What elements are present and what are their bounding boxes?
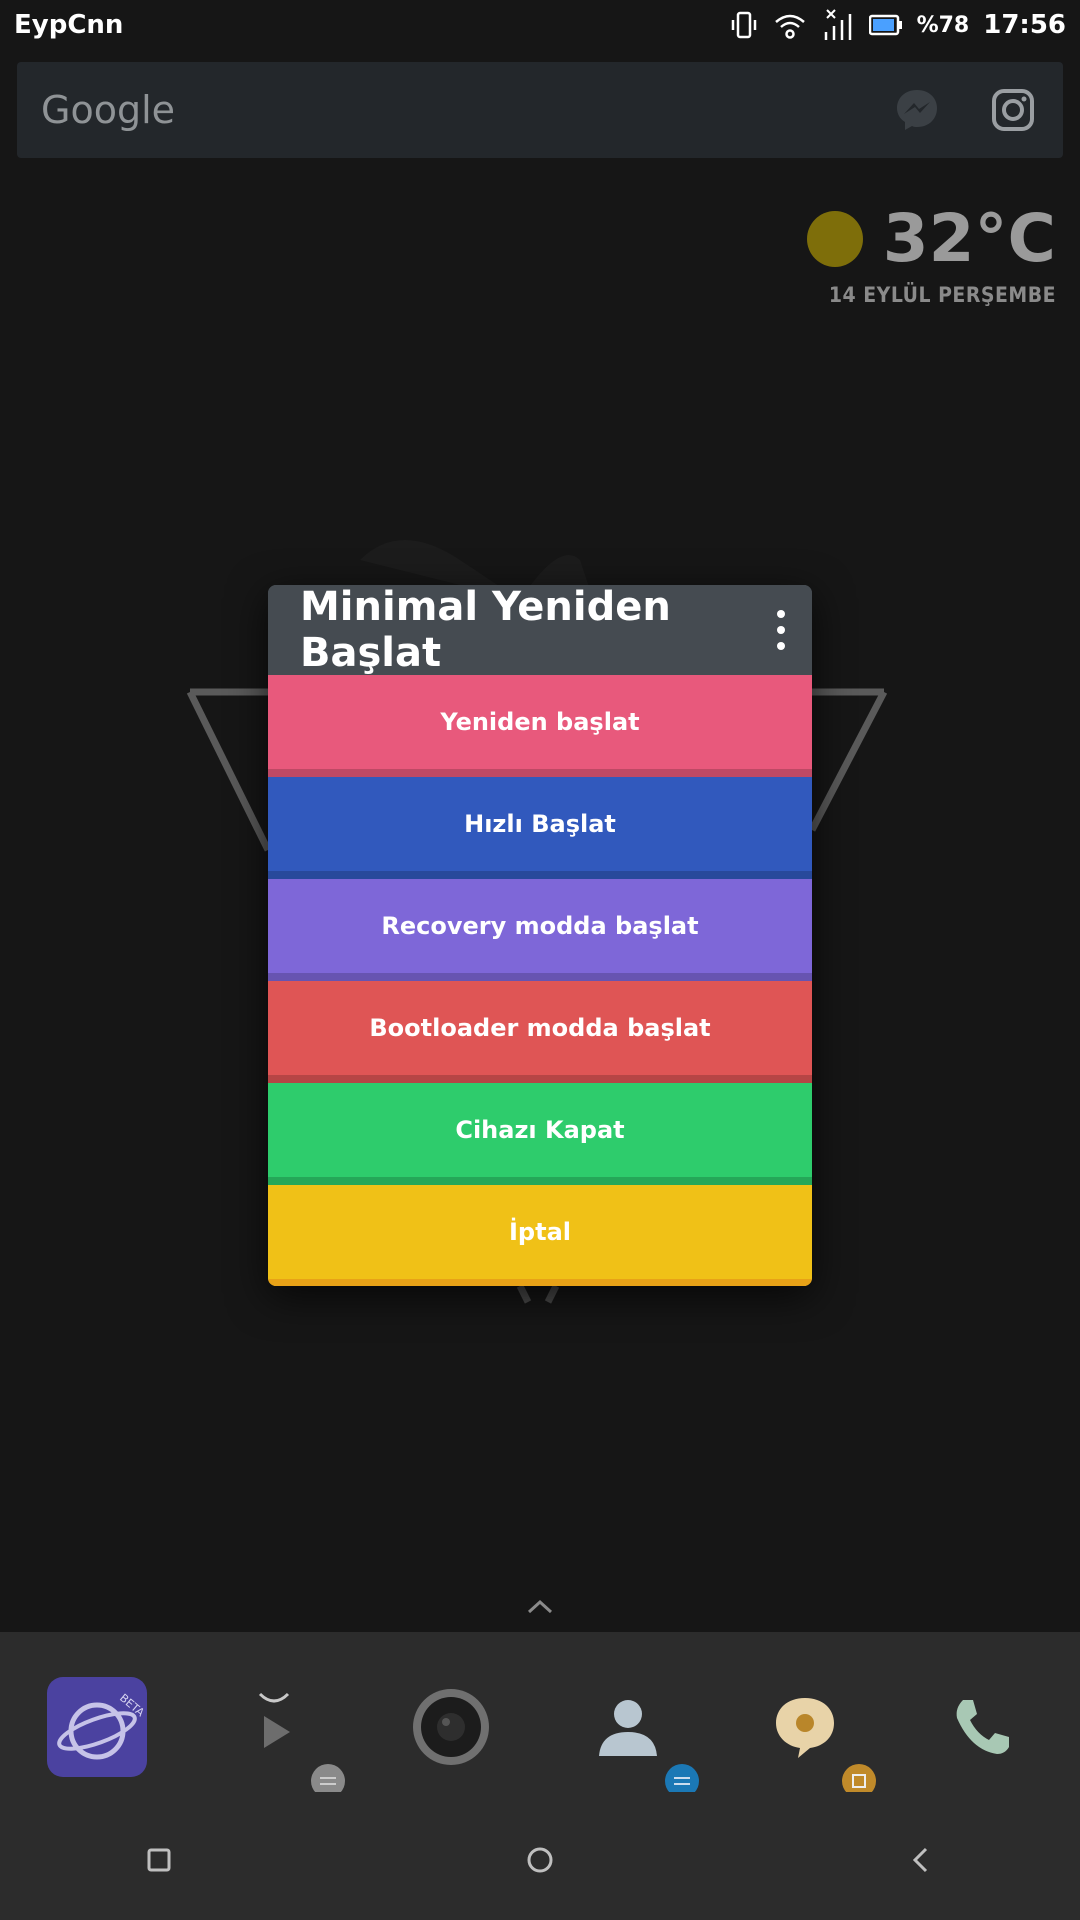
battery-percent: %78 (916, 12, 970, 38)
dialog-title: Minimal Yeniden Başlat (300, 585, 671, 676)
messages-app[interactable] (746, 1668, 876, 1798)
home-button[interactable] (520, 1840, 560, 1880)
power-off-label: Cihazı Kapat (455, 1116, 625, 1144)
instagram-icon[interactable] (987, 84, 1039, 136)
more-options-icon[interactable] (772, 610, 790, 650)
power-off-button[interactable]: Cihazı Kapat (268, 1083, 812, 1185)
contact-person-icon (599, 1700, 657, 1756)
status-bar: EypCnn %78 17:56 (0, 0, 1080, 50)
phone-handset-icon (956, 1700, 1009, 1754)
fast-boot-button[interactable]: Hızlı Başlat (268, 777, 812, 879)
google-logo: Google (41, 88, 176, 132)
navigation-bar (0, 1792, 1080, 1920)
recovery-mode-label: Recovery modda başlat (381, 912, 699, 940)
camera-app[interactable] (392, 1668, 510, 1786)
bootloader-mode-label: Bootloader modda başlat (369, 1014, 711, 1042)
wifi-icon (773, 10, 807, 40)
clock: 17:56 (983, 10, 1066, 40)
phone-app[interactable] (923, 1668, 1041, 1786)
battery-icon (868, 14, 903, 36)
recovery-mode-button[interactable]: Recovery modda başlat (268, 879, 812, 981)
cancel-button[interactable]: İptal (268, 1185, 812, 1286)
message-bubble-icon (776, 1698, 834, 1758)
dialog-header: Minimal Yeniden Başlat (268, 585, 812, 676)
internet-beta-app[interactable]: BETA (38, 1668, 156, 1786)
contacts-app[interactable] (569, 1668, 699, 1798)
reboot-button[interactable]: Yeniden başlat (268, 675, 812, 777)
app-dock: BETA (0, 1632, 1080, 1798)
cancel-label: İptal (508, 1218, 571, 1246)
recent-apps-button[interactable] (139, 1840, 179, 1880)
sun-icon (806, 210, 863, 267)
signal-icon (821, 8, 855, 42)
dialog-options: Yeniden başlat Hızlı Başlat Recovery mod… (268, 675, 812, 1286)
app-drawer-chevron-icon[interactable] (527, 1598, 553, 1618)
reboot-dialog: Minimal Yeniden Başlat Yeniden başlat Hı… (268, 585, 812, 1286)
camera-lens-icon (413, 1689, 489, 1765)
messenger-icon[interactable] (891, 84, 943, 136)
play-store-app[interactable] (215, 1668, 345, 1798)
temperature: 32°C (882, 200, 1056, 277)
internet-planet-icon: BETA (47, 1677, 147, 1777)
bootloader-mode-button[interactable]: Bootloader modda başlat (268, 981, 812, 1083)
carrier-name: EypCnn (14, 10, 124, 40)
weather-date: 14 EYLÜL PERŞEMBE (828, 283, 1056, 307)
google-search-bar[interactable]: Google (17, 62, 1063, 158)
weather-widget[interactable]: 32°C 14 EYLÜL PERŞEMBE (806, 200, 1056, 307)
reboot-label: Yeniden başlat (440, 708, 640, 736)
vibrate-icon (729, 10, 759, 40)
back-button[interactable] (900, 1840, 940, 1880)
fast-boot-label: Hızlı Başlat (464, 810, 616, 838)
play-store-icon (258, 1692, 290, 1748)
